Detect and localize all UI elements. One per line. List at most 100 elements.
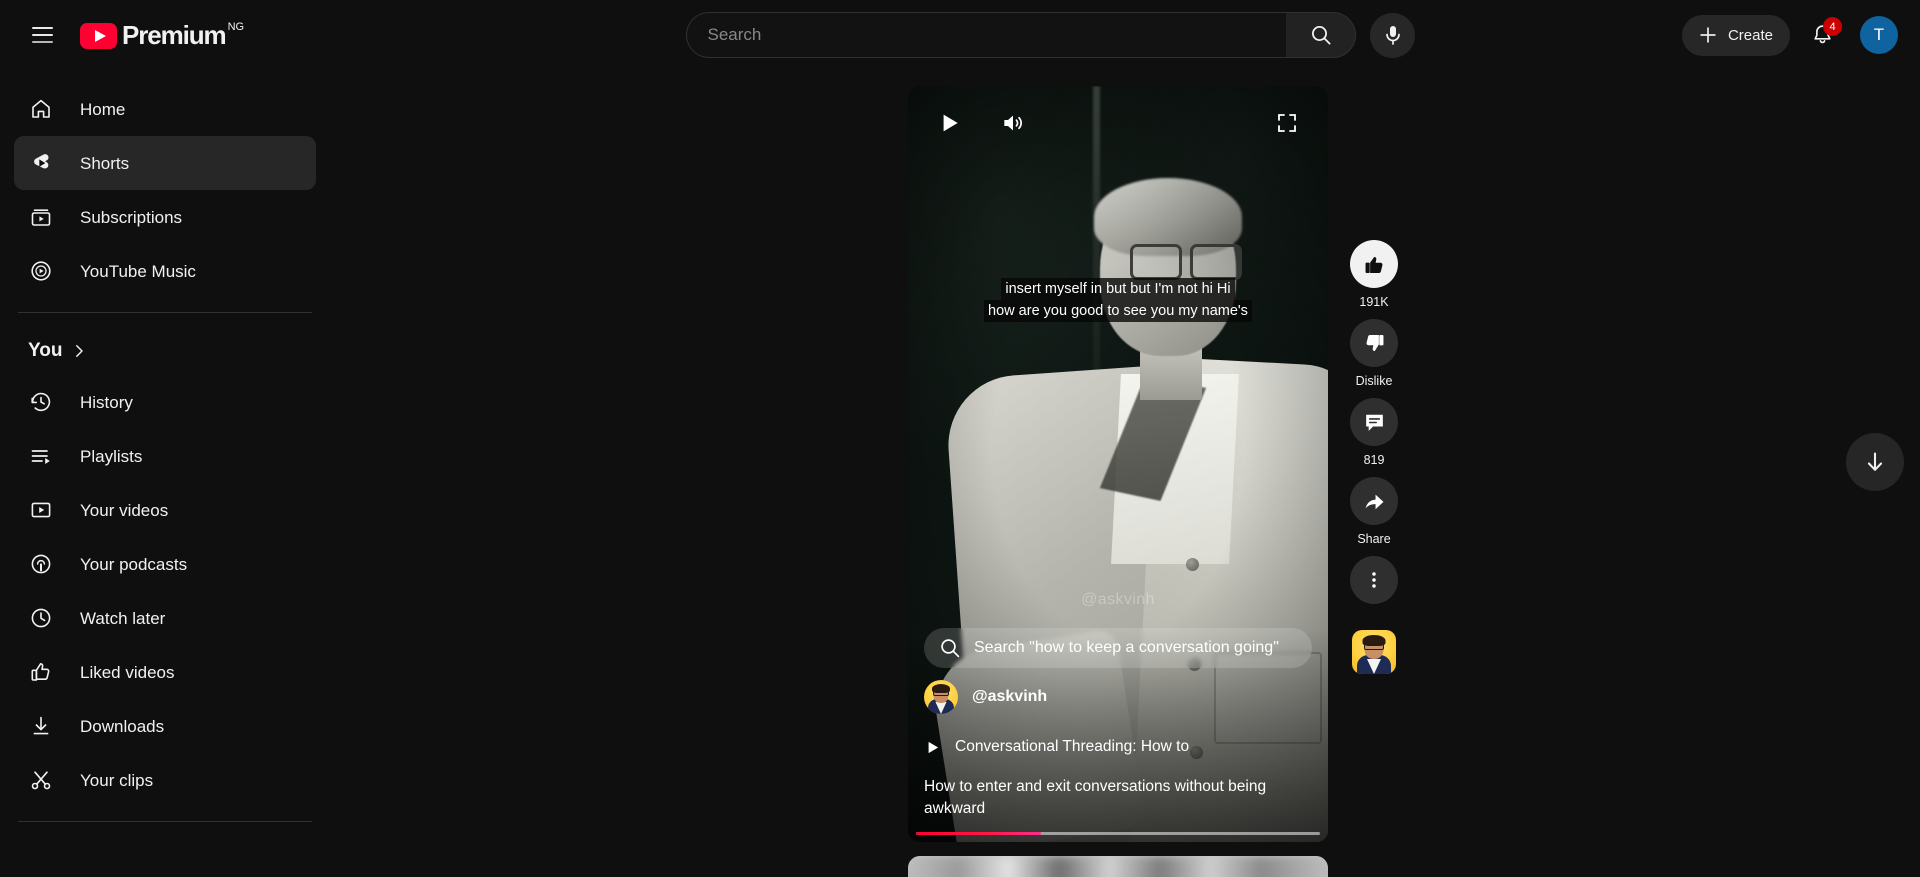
hamburger-menu-icon[interactable] [18,11,66,59]
sidebar-item-label: Downloads [80,716,165,736]
logo-country-code: NG [227,21,245,33]
sidebar-item-liked-videos[interactable]: Liked videos [14,645,316,699]
fullscreen-button[interactable] [1264,100,1310,146]
like-button[interactable] [1350,240,1398,288]
more-vertical-icon [1372,572,1376,588]
channel-row[interactable]: @askvinh [924,680,1312,714]
video-progress-bar[interactable] [916,831,1320,835]
notification-count-badge: 4 [1823,17,1842,36]
dislike-button[interactable] [1350,319,1398,367]
search-icon [941,639,960,658]
podcasts-icon [28,551,54,577]
volume-button[interactable] [990,100,1036,146]
sidebar-item-downloads[interactable]: Downloads [14,699,316,753]
your-videos-icon [28,497,54,523]
sidebar-item-label: History [80,392,133,412]
fullscreen-icon [1278,114,1296,132]
masthead-left: Premium NG [0,11,420,59]
masthead-right: Create 4 T [1681,13,1920,57]
comment-count: 819 [1363,453,1385,467]
voice-search-button[interactable] [1370,12,1416,58]
sidebar-navigation: Home Shorts Subscriptions YouTube Music … [0,70,330,877]
video-description[interactable]: How to enter and exit conversations with… [924,776,1312,820]
channel-avatar[interactable] [924,680,958,714]
comment-icon [1365,414,1383,431]
account-avatar[interactable]: T [1860,16,1898,54]
chevron-right-icon [76,345,84,357]
next-short-preview[interactable] [908,856,1328,877]
sound-title: Conversational Threading: How to [955,738,1190,755]
sidebar-item-label: Playlists [80,446,143,466]
youtube-play-icon [80,23,117,49]
sidebar-item-label: Subscriptions [80,207,183,227]
scissors-icon [28,767,54,793]
shorts-stage: @askvinh insert myself in but but I'm no… [330,70,1920,877]
thumbs-up-icon [1365,256,1382,273]
thumbs-down-icon [1366,334,1383,351]
sidebar-item-your-clips[interactable]: Your clips [14,753,316,807]
playlists-icon [28,443,54,469]
sidebar-item-label: Your podcasts [80,554,188,574]
channel-thumbnail-button[interactable] [1352,630,1396,674]
arrow-down-icon [1867,452,1883,471]
sidebar-item-watch-later[interactable]: Watch later [14,591,316,645]
sidebar-item-subscriptions[interactable]: Subscriptions [14,190,316,244]
sidebar-you-label: You [28,340,63,361]
comments-button[interactable] [1350,398,1398,446]
more-action [1350,556,1398,604]
share-action: Share [1350,477,1398,546]
plus-icon [1700,27,1716,43]
sound-attribution-row[interactable]: Conversational Threading: How to [924,738,1312,756]
watch-later-icon [28,605,54,631]
player-controls [908,86,1328,160]
next-short-button[interactable] [1846,433,1904,491]
search-icon [1311,26,1331,45]
sidebar-you-section[interactable]: You [14,327,316,375]
microphone-icon [1386,26,1400,45]
dislike-action: Dislike [1350,319,1398,388]
sidebar-item-your-podcasts[interactable]: Your podcasts [14,537,316,591]
related-search-button[interactable]: Search "how to keep a conversation going… [924,628,1312,668]
masthead-center [420,12,1682,58]
sidebar-item-home[interactable]: Home [14,82,316,136]
share-button[interactable] [1350,477,1398,525]
related-search-text: Search "how to keep a conversation going… [974,639,1279,656]
volume-on-icon [1004,115,1022,131]
search-input[interactable] [707,25,1279,45]
sidebar-item-label: Your clips [80,770,154,790]
sidebar-item-shorts[interactable]: Shorts [14,136,316,190]
subscriptions-icon [28,204,54,230]
short-video-card[interactable]: @askvinh insert myself in but but I'm no… [908,86,1328,842]
notifications-button[interactable]: 4 [1800,13,1844,57]
share-label: Share [1357,532,1391,546]
play-button[interactable] [926,100,972,146]
masthead: Premium NG Search Create 4 T [0,0,1920,70]
shorts-player: @askvinh insert myself in but but I'm no… [908,86,1328,842]
comment-action: 819 [1350,398,1398,467]
sidebar-item-youtube-music[interactable]: YouTube Music [14,244,316,298]
create-button[interactable]: Create [1681,14,1790,56]
sidebar-divider [18,312,312,313]
search-button[interactable] [1286,12,1357,58]
shorts-action-rail: 191K Dislike 819 Share [1336,240,1412,674]
youtube-premium-logo[interactable]: Premium NG [80,20,244,50]
dislike-label: Dislike [1355,374,1393,388]
download-icon [28,713,54,739]
search-box[interactable] [686,12,1287,58]
video-overlay-bottom: Search "how to keep a conversation going… [908,628,1328,842]
sidebar-item-label: Liked videos [80,662,175,682]
home-icon [28,96,54,122]
sidebar-item-playlists[interactable]: Playlists [14,429,316,483]
more-options-button[interactable] [1350,556,1398,604]
sidebar-item-your-videos[interactable]: Your videos [14,483,316,537]
sidebar-item-label: YouTube Music [80,261,196,281]
video-progress-fill [916,831,1042,835]
play-icon [928,741,939,753]
thumbs-up-icon [28,659,54,685]
sidebar-item-history[interactable]: History [14,375,316,429]
share-icon [1365,494,1383,509]
sidebar-item-label: Shorts [80,153,130,173]
youtube-music-icon [28,258,54,284]
like-count: 191K [1359,295,1389,309]
create-button-label: Create [1727,26,1773,44]
